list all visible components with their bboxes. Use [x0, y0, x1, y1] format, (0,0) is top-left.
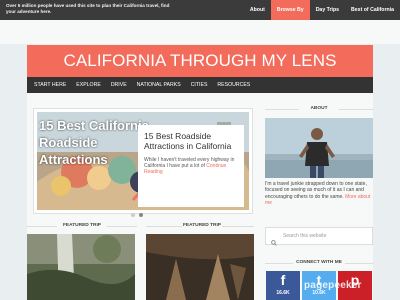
search-input[interactable]: Search this website	[283, 233, 326, 239]
top-nav-best-of-california[interactable]: Best of California	[345, 0, 400, 20]
slide-heading[interactable]: 15 Best Roadside Attractions in Californ…	[144, 131, 238, 151]
top-nav-browse-by[interactable]: Browse By	[270, 0, 310, 20]
site-tagline: Over 5 million people have used this sit…	[6, 3, 170, 14]
main-nav: START HERE EXPLORE DRIVE NATIONAL PARKS …	[27, 77, 373, 93]
divider	[27, 226, 57, 227]
featured-trip-image-right[interactable]	[146, 234, 254, 300]
watermark: pagepeeker	[304, 280, 362, 291]
slide-excerpt: While I haven't traveled every highway i…	[144, 157, 238, 175]
facebook-button[interactable]: f 16.6K	[266, 271, 300, 300]
site-title[interactable]: CALIFORNIA THROUGH MY LENS	[27, 45, 373, 77]
top-bar: Over 5 million people have used this sit…	[0, 0, 400, 20]
divider	[345, 263, 373, 264]
search-icon[interactable]	[271, 233, 277, 246]
author-photo[interactable]	[265, 118, 373, 178]
facebook-count: 16.6K	[276, 290, 290, 296]
slider-dot-active[interactable]	[139, 213, 143, 217]
nav-start-here[interactable]: START HERE	[29, 77, 71, 93]
divider	[222, 226, 254, 227]
slider-dots	[131, 213, 143, 217]
featured-trip-image-left[interactable]	[27, 234, 135, 300]
nav-drive[interactable]: DRIVE	[106, 77, 132, 93]
top-nav: About Browse By Day Trips Best of Califo…	[244, 0, 400, 20]
nav-explore[interactable]: EXPLORE	[71, 77, 106, 93]
about-text: I'm a travel junkie strapped down to one…	[265, 181, 373, 206]
site-title-banner[interactable]: CALIFORNIA THROUGH MY LENS	[27, 45, 373, 77]
header-band	[0, 20, 400, 44]
nav-resources[interactable]: RESOURCES	[212, 77, 255, 93]
top-nav-day-trips[interactable]: Day Trips	[310, 0, 345, 20]
nav-national-parks[interactable]: NATIONAL PARKS	[132, 77, 186, 93]
slider-dot[interactable]	[131, 213, 135, 217]
featured-trip-label-right: FEATURED TRIP	[182, 223, 222, 228]
top-nav-about[interactable]: About	[244, 0, 271, 20]
nav-cities[interactable]: CITIES	[186, 77, 213, 93]
search-box[interactable]: Search this website	[265, 227, 373, 246]
divider	[339, 109, 373, 110]
facebook-icon: f	[280, 272, 286, 288]
featured-trip-label-left: FEATURED TRIP	[62, 223, 102, 228]
slide-card: 15 Best Roadside Attractions in Californ…	[138, 125, 244, 207]
divider	[107, 226, 137, 227]
